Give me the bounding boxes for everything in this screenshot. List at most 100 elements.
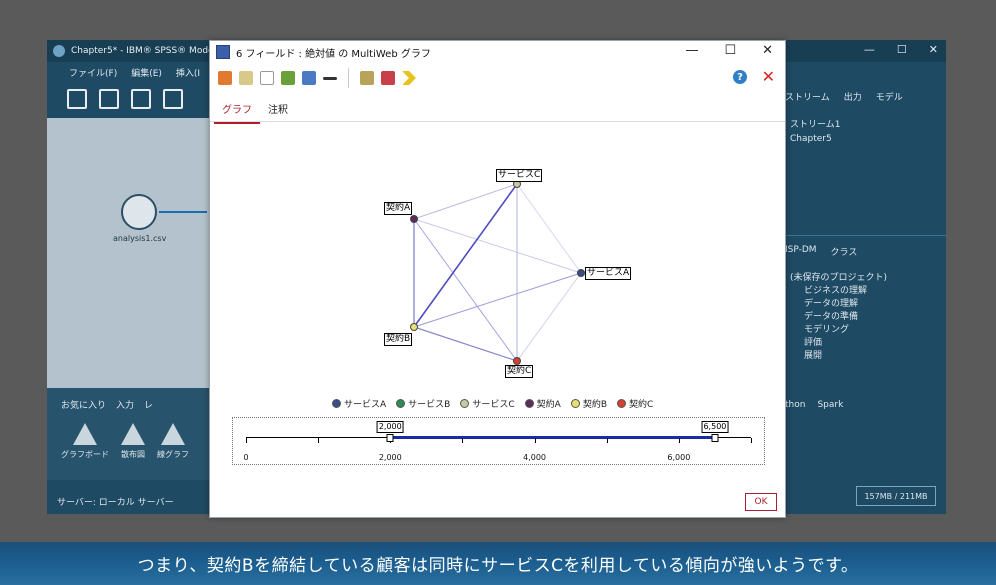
tab-class[interactable]: クラス: [831, 245, 858, 258]
multiweb-graph-dialog: 6 フィールド : 絶対値 の MultiWeb グラフ — ☐ ✕ ? ✕ グ…: [209, 40, 786, 518]
slider-tick: [606, 438, 608, 443]
legend-item: 契約C: [617, 397, 653, 410]
palette-tab-record[interactable]: レ: [144, 398, 153, 411]
slider-high-value: 6,500: [701, 421, 729, 433]
app-logo-icon: [53, 45, 65, 57]
palette-scatter[interactable]: 散布図: [121, 423, 145, 460]
palette-graphboard[interactable]: グラフボード: [61, 423, 109, 460]
app-toolbar: [47, 82, 207, 116]
memory-indicator: 157MB / 211MB: [856, 486, 936, 506]
node-label-contract-b: 契約B: [384, 333, 413, 346]
video-subtitle-bar: つまり、契約Bを締結している顧客は同時にサービスCを利用している傾向が強いようで…: [0, 542, 996, 585]
threshold-slider[interactable]: 0 2,000 4,000 6,000 2,000 6,500: [232, 417, 765, 465]
new-file-icon[interactable]: [67, 89, 87, 109]
slider-tick: [462, 438, 464, 443]
slider-high-handle[interactable]: [711, 434, 719, 442]
node-connection: [159, 211, 207, 213]
legend-item: サービスA: [332, 397, 386, 410]
project-folder[interactable]: 展開: [790, 350, 887, 363]
web-link: [413, 218, 518, 362]
tab-output[interactable]: 出力: [844, 90, 862, 103]
palette-tab-input[interactable]: 入力: [116, 398, 134, 411]
node-palette: お気に入り 入力 レ グラフボード 散布図 線グラフ: [47, 388, 209, 480]
app-menu-bar: ファイル(F) 編集(E) 挿入(I: [47, 62, 207, 82]
subtitle-text: つまり、契約Bを締結している顧客は同時にサービスCを利用している傾向が強いようで…: [137, 556, 859, 576]
open-folder-icon[interactable]: [99, 89, 119, 109]
palette-tab-spark[interactable]: Spark: [817, 400, 843, 410]
minimize-icon[interactable]: —: [864, 43, 875, 56]
divider: [785, 235, 946, 236]
stream-item[interactable]: ストリーム1: [790, 118, 840, 132]
project-folder[interactable]: ビジネスの理解: [790, 285, 887, 298]
legend-item: 契約B: [570, 397, 607, 410]
line-chart-icon: [161, 423, 185, 445]
app-window-controls: — ☐ ✕: [864, 43, 938, 56]
manager-tabs: ストリーム 出力 モデル: [785, 90, 903, 103]
web-node-service-a[interactable]: [577, 269, 585, 277]
slider-tick: [246, 438, 247, 443]
graphboard-icon: [73, 423, 97, 445]
project-tabs: ISP-DM クラス: [785, 245, 857, 258]
print-icon[interactable]: [163, 89, 183, 109]
node-label-service-a: サービスA: [585, 267, 632, 280]
web-link: [413, 183, 518, 220]
maximize-icon[interactable]: ☐: [897, 43, 907, 56]
app-title: Chapter5* - IBM® SPSS® Modeler: [71, 46, 226, 56]
slider-tick-label: 4,000: [523, 453, 547, 462]
legend-item: 契約A: [524, 397, 561, 410]
project-root[interactable]: (未保存のプロジェクト): [790, 272, 887, 285]
legend-item: サービスC: [460, 397, 515, 410]
source-node-icon[interactable]: [121, 194, 157, 230]
tab-crisp-dm[interactable]: ISP-DM: [785, 245, 817, 258]
legend: サービスA サービスB サービスC 契約A 契約B 契約C: [332, 397, 653, 410]
legend-dot-icon: [460, 399, 470, 408]
project-folder[interactable]: 評価: [790, 337, 887, 350]
legend-item: サービスB: [396, 397, 450, 410]
stream-canvas[interactable]: analysis1.csv: [47, 118, 209, 388]
slider-selected-range: [390, 436, 715, 439]
stream-item[interactable]: Chapter5: [790, 132, 840, 146]
slider-tick: [678, 438, 680, 443]
project-tree: (未保存のプロジェクト) ビジネスの理解 データの理解 データの準備 モデリング…: [790, 272, 887, 363]
project-folder[interactable]: データの準備: [790, 311, 887, 324]
palette-tab-favorites[interactable]: お気に入り: [61, 398, 106, 411]
stream-list: ストリーム1 Chapter5: [790, 118, 840, 146]
slider-low-value: 2,000: [376, 421, 404, 433]
slider-tick: [751, 438, 752, 443]
web-node-contract-c[interactable]: [513, 357, 521, 365]
web-link: [413, 272, 582, 328]
slider-low-handle[interactable]: [386, 434, 394, 442]
tab-stream[interactable]: ストリーム: [785, 90, 830, 103]
palette-tab-python[interactable]: thon: [785, 400, 805, 410]
menu-edit[interactable]: 編集(E): [131, 66, 162, 79]
slider-tick-label: 0: [243, 453, 249, 462]
web-link: [413, 326, 518, 362]
menu-insert[interactable]: 挿入(I: [176, 66, 200, 79]
legend-dot-icon: [617, 399, 627, 408]
legend-dot-icon: [396, 399, 406, 408]
scatter-icon: [121, 423, 145, 445]
close-icon[interactable]: ✕: [929, 43, 938, 56]
slider-tick-label: 6,000: [667, 453, 691, 462]
server-status: サーバー: ローカル サーバー: [57, 497, 174, 508]
slider-tick-label: 2,000: [378, 453, 402, 462]
node-label-contract-c: 契約C: [505, 365, 534, 378]
tab-model[interactable]: モデル: [876, 90, 903, 103]
legend-dot-icon: [570, 399, 580, 408]
right-palette-tabs: thon Spark: [785, 400, 843, 410]
legend-dot-icon: [524, 399, 534, 408]
web-link: [516, 183, 582, 274]
project-folder[interactable]: データの理解: [790, 298, 887, 311]
project-folder[interactable]: モデリング: [790, 324, 887, 337]
web-node-contract-a[interactable]: [410, 215, 418, 223]
legend-dot-icon: [332, 399, 341, 408]
slider-tick: [318, 438, 320, 443]
ok-button[interactable]: OK: [745, 493, 777, 511]
menu-file[interactable]: ファイル(F): [69, 66, 117, 79]
node-label: analysis1.csv: [113, 234, 167, 243]
web-link: [413, 218, 582, 274]
node-label-service-c: サービスC: [496, 169, 543, 182]
palette-line[interactable]: 線グラフ: [157, 423, 189, 460]
save-icon[interactable]: [131, 89, 151, 109]
web-node-contract-b[interactable]: [410, 323, 418, 331]
